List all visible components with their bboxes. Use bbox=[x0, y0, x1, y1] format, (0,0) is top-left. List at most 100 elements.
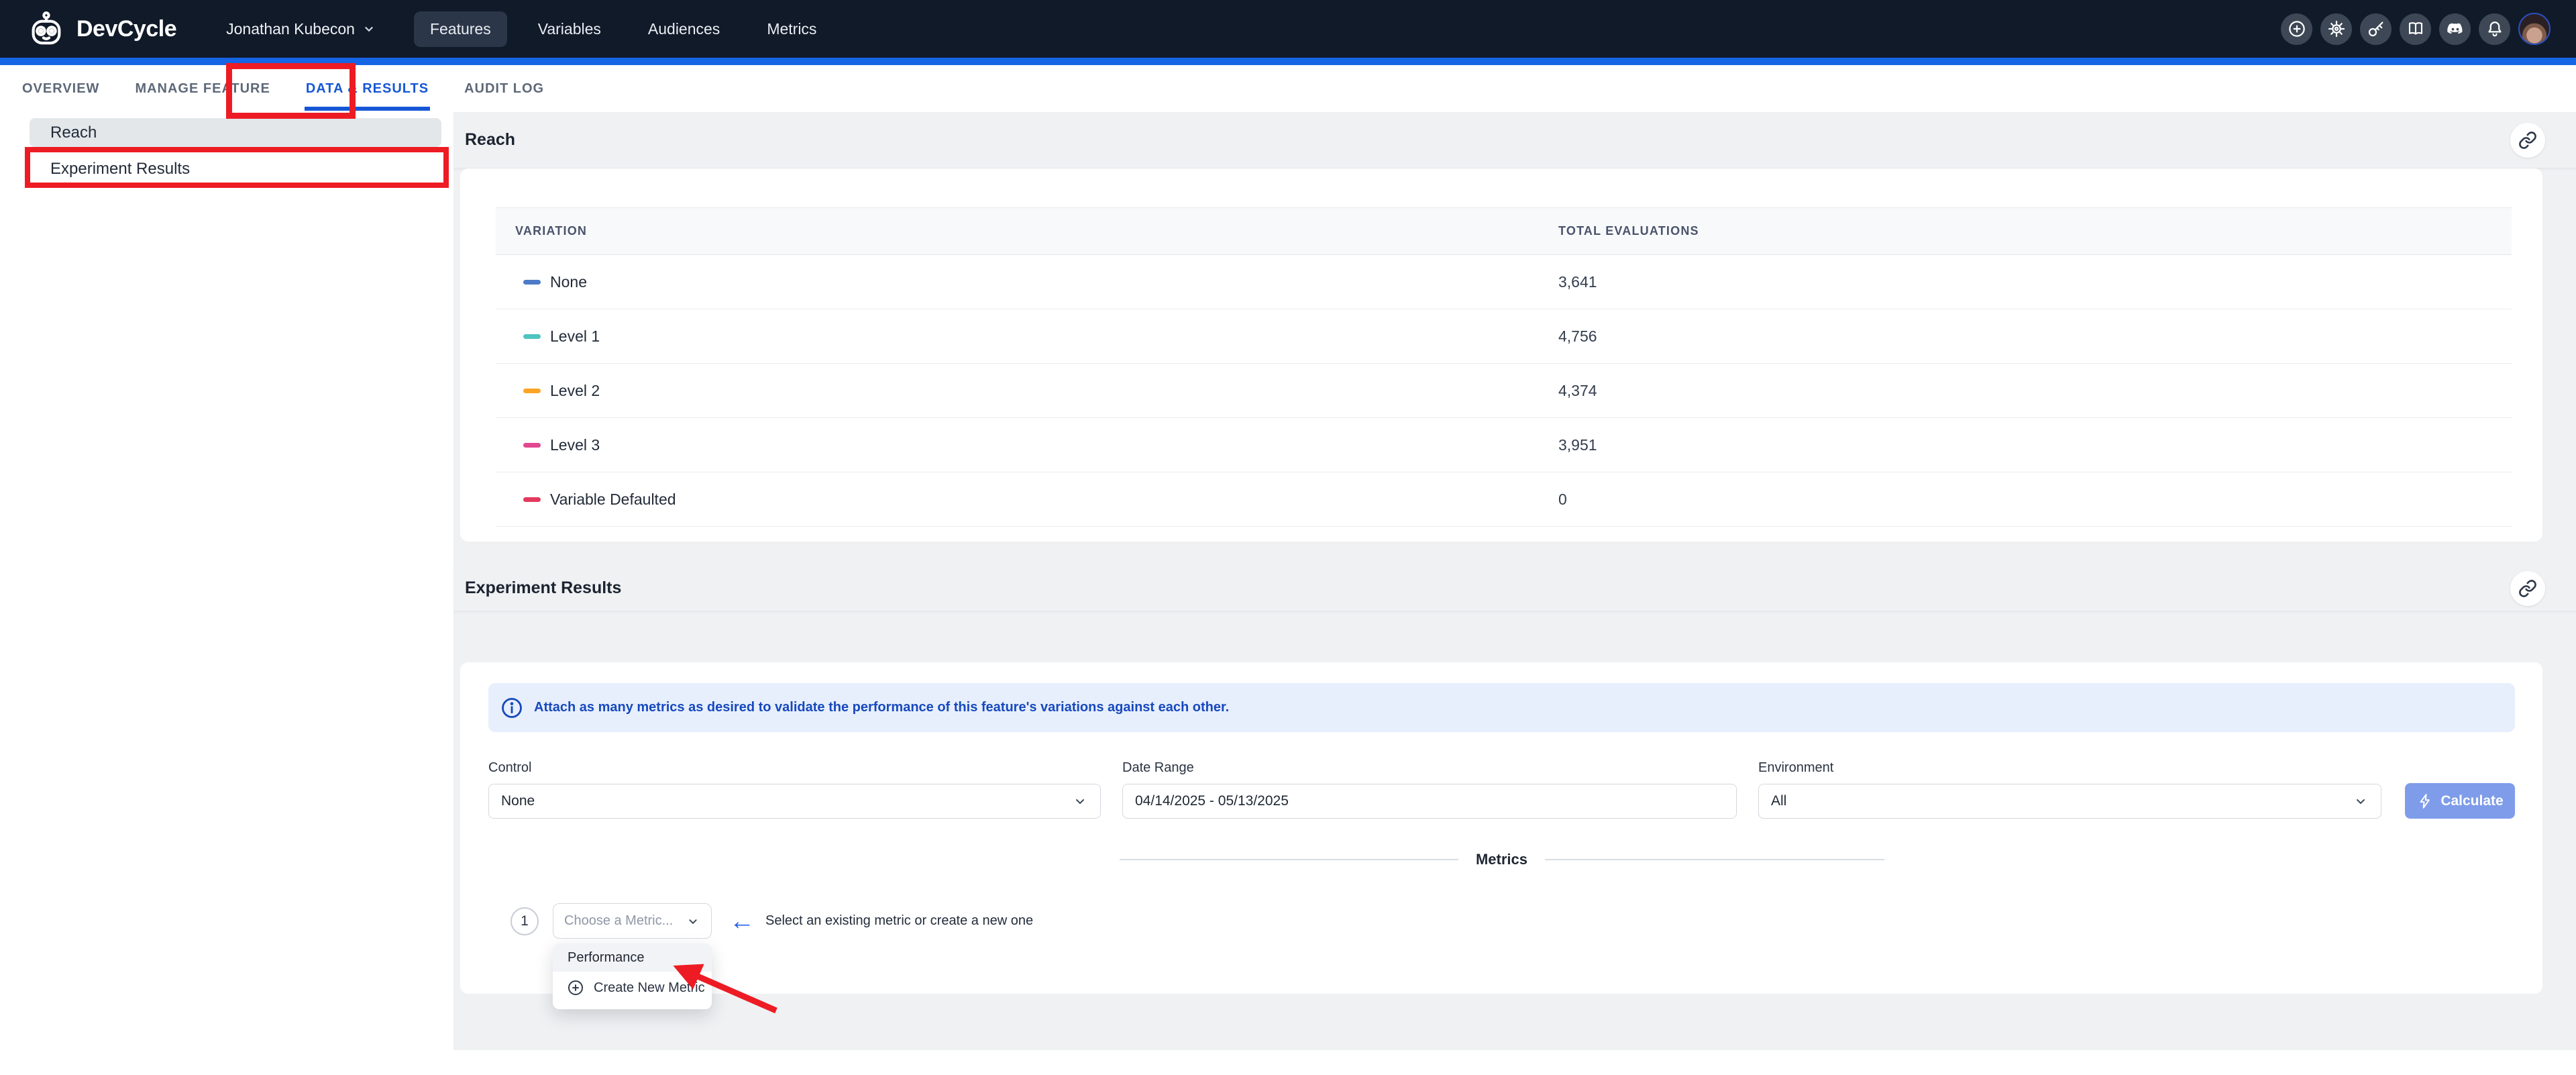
brand[interactable]: DevCycle bbox=[25, 8, 176, 50]
nav-actions bbox=[2281, 13, 2551, 45]
table-row: Level 1 4,756 bbox=[496, 309, 2512, 364]
tab-manage-feature[interactable]: MANAGE FEATURE bbox=[135, 65, 270, 112]
metrics-heading-text: Metrics bbox=[1458, 851, 1545, 868]
variation-color-dash bbox=[523, 497, 541, 502]
experiment-results-section-header: Experiment Results bbox=[453, 566, 2576, 611]
docs-button[interactable] bbox=[2400, 13, 2431, 45]
table-row: None 3,641 bbox=[496, 255, 2512, 309]
notifications-button[interactable] bbox=[2479, 13, 2510, 45]
primary-nav: Features Variables Audiences Metrics bbox=[414, 11, 833, 47]
link-icon bbox=[2518, 579, 2537, 598]
project-name: Jonathan Kubecon bbox=[226, 20, 355, 38]
table-row: Level 2 4,374 bbox=[496, 364, 2512, 418]
table-row: Level 3 3,951 bbox=[496, 418, 2512, 472]
variation-evaluations: 3,641 bbox=[1558, 273, 2512, 291]
environment-label: Environment bbox=[1758, 760, 2381, 776]
plus-circle-icon bbox=[566, 978, 585, 997]
control-label: Control bbox=[488, 760, 1101, 776]
reach-table-header: VARIATION TOTAL EVALUATIONS bbox=[496, 208, 2512, 255]
choose-metric-placeholder: Choose a Metric... bbox=[564, 913, 673, 929]
column-header-total-evaluations: TOTAL EVALUATIONS bbox=[1558, 224, 2512, 238]
calculate-label: Calculate bbox=[2440, 793, 2503, 809]
date-range-value: 04/14/2025 - 05/13/2025 bbox=[1135, 793, 1289, 809]
environment-select[interactable]: All bbox=[1758, 784, 2381, 819]
choose-metric-select[interactable]: Choose a Metric... bbox=[553, 903, 712, 939]
user-avatar[interactable] bbox=[2518, 13, 2551, 45]
variation-name: Level 1 bbox=[550, 327, 600, 346]
sidebar-item-experiment-results[interactable]: Experiment Results bbox=[30, 151, 441, 187]
key-icon bbox=[2366, 19, 2386, 39]
brand-name: DevCycle bbox=[76, 16, 176, 42]
devcycle-logo-icon bbox=[25, 8, 67, 50]
calculate-button[interactable]: Calculate bbox=[2405, 783, 2515, 819]
plus-circle-icon bbox=[2287, 19, 2307, 39]
metric-helper-text: Select an existing metric or create a ne… bbox=[765, 913, 1033, 929]
sidebar-item-reach[interactable]: Reach bbox=[30, 118, 441, 147]
nav-item-variables[interactable]: Variables bbox=[522, 11, 617, 47]
experiment-permalink-button[interactable] bbox=[2510, 571, 2545, 606]
project-switcher[interactable]: Jonathan Kubecon bbox=[226, 20, 376, 38]
metric-row-1: 1 Choose a Metric... ← Select an existin… bbox=[488, 903, 2515, 939]
tab-overview[interactable]: OVERVIEW bbox=[22, 65, 99, 112]
chevron-down-icon bbox=[1072, 793, 1088, 809]
variation-evaluations: 0 bbox=[1558, 491, 2512, 509]
info-banner-text: Attach as many metrics as desired to val… bbox=[534, 700, 1229, 715]
date-range-input[interactable]: 04/14/2025 - 05/13/2025 bbox=[1122, 784, 1737, 819]
book-icon bbox=[2406, 19, 2426, 39]
left-arrow-icon: ← bbox=[729, 909, 755, 934]
environment-value: All bbox=[1771, 793, 1786, 809]
nav-item-features[interactable]: Features bbox=[414, 11, 507, 47]
control-value: None bbox=[501, 793, 535, 809]
section-sidebar: Reach Experiment Results bbox=[0, 112, 453, 1050]
menu-option-performance[interactable]: Performance bbox=[553, 943, 712, 972]
variation-evaluations: 4,756 bbox=[1558, 327, 2512, 346]
tab-data-results[interactable]: DATA & RESULTS bbox=[306, 65, 429, 112]
bell-icon bbox=[2485, 19, 2505, 39]
divider-line bbox=[1120, 859, 1458, 860]
chevron-down-icon bbox=[362, 21, 376, 36]
info-banner: Attach as many metrics as desired to val… bbox=[488, 683, 2515, 732]
feature-tabs: OVERVIEW MANAGE FEATURE DATA & RESULTS A… bbox=[0, 65, 2576, 112]
chevron-down-icon bbox=[2353, 793, 2369, 809]
accent-bar bbox=[0, 58, 2576, 65]
app-window: DevCycle Jonathan Kubecon Features Varia… bbox=[0, 0, 2576, 1075]
variation-evaluations: 3,951 bbox=[1558, 436, 2512, 454]
tab-audit-log[interactable]: AUDIT LOG bbox=[464, 65, 544, 112]
nav-item-metrics[interactable]: Metrics bbox=[751, 11, 833, 47]
discord-button[interactable] bbox=[2439, 13, 2471, 45]
main-content: Reach VARIATION TOTAL EVALUATIONS None bbox=[453, 112, 2576, 1050]
content-area: Reach Experiment Results Reach VARIATION bbox=[0, 112, 2576, 1050]
variation-name: Level 2 bbox=[550, 382, 600, 400]
chevron-down-icon bbox=[686, 914, 700, 929]
nav-item-audiences[interactable]: Audiences bbox=[632, 11, 736, 47]
variation-color-dash bbox=[523, 443, 541, 448]
discord-icon bbox=[2445, 19, 2465, 39]
menu-option-create-new-metric[interactable]: Create New Metric bbox=[553, 972, 712, 1004]
metrics-heading: Metrics bbox=[1120, 851, 1884, 868]
reach-section-header: Reach bbox=[453, 112, 2576, 168]
footer-strip bbox=[0, 1050, 2576, 1075]
variation-color-dash bbox=[523, 389, 541, 393]
control-select[interactable]: None bbox=[488, 784, 1101, 819]
add-button[interactable] bbox=[2281, 13, 2312, 45]
reach-table: VARIATION TOTAL EVALUATIONS None 3,641 L… bbox=[496, 207, 2512, 527]
reach-card: VARIATION TOTAL EVALUATIONS None 3,641 L… bbox=[460, 168, 2542, 542]
reach-title: Reach bbox=[465, 130, 515, 150]
experiment-results-card: Attach as many metrics as desired to val… bbox=[460, 662, 2542, 994]
info-icon bbox=[500, 696, 524, 720]
metric-dropdown-menu: Performance Create New Metric bbox=[553, 943, 712, 1009]
metric-index-badge: 1 bbox=[511, 907, 539, 935]
table-row: Variable Defaulted 0 bbox=[496, 472, 2512, 527]
api-keys-button[interactable] bbox=[2360, 13, 2392, 45]
divider-line bbox=[1545, 859, 1884, 860]
link-icon bbox=[2518, 131, 2537, 150]
reach-permalink-button[interactable] bbox=[2510, 123, 2545, 158]
experiment-results-title: Experiment Results bbox=[465, 578, 621, 598]
lightning-bolt-icon bbox=[2416, 792, 2434, 810]
variation-evaluations: 4,374 bbox=[1558, 382, 2512, 400]
variation-name: Variable Defaulted bbox=[550, 491, 676, 509]
settings-button[interactable] bbox=[2320, 13, 2352, 45]
variation-name: Level 3 bbox=[550, 436, 600, 454]
experiment-controls: Control None Date Range 04/14/2025 - 05/… bbox=[488, 760, 2515, 819]
variation-name: None bbox=[550, 273, 587, 291]
